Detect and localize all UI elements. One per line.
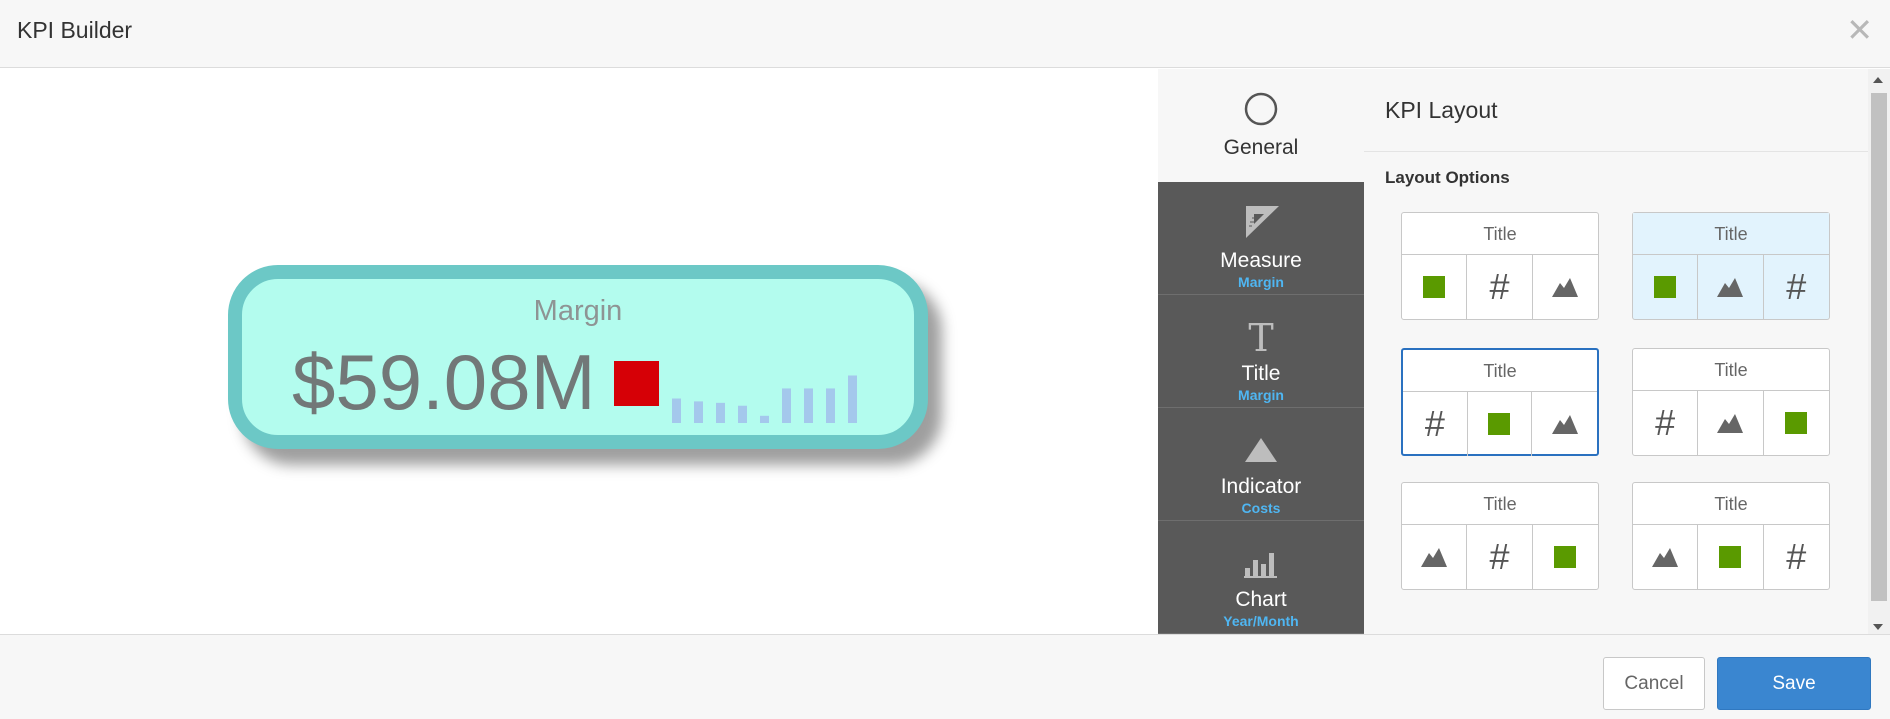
kpi-sparkline [672, 375, 857, 423]
section-label: Layout Options [1385, 168, 1510, 187]
close-icon[interactable]: ✕ [1846, 12, 1873, 48]
tab-sublabel: Margin [1238, 274, 1284, 290]
bar-chart-icon [1244, 553, 1277, 578]
indicator-square-icon [1423, 276, 1446, 298]
sparkline-bar [672, 398, 681, 423]
layout-cell-indicator [1533, 525, 1598, 589]
layout-option-5[interactable]: Title # [1401, 482, 1599, 590]
tab-sublabel: Margin [1238, 387, 1284, 403]
layout-cell-value: # [1764, 525, 1829, 589]
tab-sublabel: Costs [1241, 500, 1281, 516]
save-button[interactable]: Save [1717, 657, 1871, 710]
layout-option-4[interactable]: Title # [1632, 348, 1830, 456]
tab-general[interactable]: General [1158, 69, 1364, 182]
sparkline-bar [804, 388, 813, 423]
tab-label: Measure [1220, 249, 1302, 272]
layout-cell-chart [1633, 525, 1699, 589]
layout-option-title: Title [1633, 213, 1829, 255]
chart-mountain-icon [1421, 548, 1448, 567]
tab-label: Indicator [1220, 475, 1302, 498]
layout-option-3[interactable]: Title # [1401, 348, 1599, 456]
layout-cell-indicator [1402, 255, 1468, 319]
layout-cell-chart [1698, 391, 1764, 455]
chart-mountain-icon [1551, 415, 1578, 434]
layout-cell-indicator [1764, 391, 1829, 455]
kpi-value: $59.08M [292, 338, 596, 426]
kpi-title: Margin [533, 295, 623, 327]
sparkline-bar [782, 388, 791, 423]
dialog-footer: Cancel Save [0, 634, 1890, 719]
indicator-square-icon [1654, 276, 1677, 298]
layout-cell-value: # [1403, 392, 1468, 456]
value-hash-icon: # [1655, 402, 1676, 443]
chart-mountain-icon [1717, 414, 1744, 433]
kpi-indicator [614, 361, 659, 406]
layout-option-6[interactable]: Title # [1632, 482, 1830, 590]
layout-cell-chart [1532, 392, 1597, 456]
tab-measure[interactable]: Measure Margin [1158, 182, 1364, 295]
layout-panel: KPI Layout Layout Options Title # Title … [1364, 69, 1868, 634]
value-hash-icon: # [1424, 403, 1445, 444]
builder-tabs: General Measure Margin T Title Margin In… [1158, 69, 1364, 634]
value-hash-icon: # [1786, 266, 1807, 307]
value-hash-icon: # [1489, 536, 1510, 577]
kpi-preview-area: Margin $59.08M [0, 69, 1158, 634]
circle-icon [1244, 92, 1278, 126]
chart-mountain-icon [1652, 548, 1679, 567]
indicator-square-icon [1719, 546, 1742, 568]
indicator-square-icon [1785, 412, 1808, 434]
layout-cell-value: # [1467, 525, 1533, 589]
layout-option-title: Title [1633, 483, 1829, 525]
tab-indicator[interactable]: Indicator Costs [1158, 408, 1364, 521]
indicator-square-icon [1554, 546, 1577, 568]
layout-option-2[interactable]: Title # [1632, 212, 1830, 320]
panel-divider [1364, 151, 1868, 152]
layout-cell-chart [1698, 255, 1764, 319]
tab-sublabel: Year/Month [1223, 613, 1299, 629]
tab-title[interactable]: T Title Margin [1158, 295, 1364, 408]
layout-cell-value: # [1633, 391, 1699, 455]
svg-text:T: T [1248, 317, 1273, 353]
dialog-header: KPI Builder ✕ [0, 0, 1890, 68]
ruler-triangle-icon [1246, 206, 1279, 238]
sparkline-bar [848, 375, 857, 423]
sparkline-bar [760, 415, 769, 423]
tab-label: Title [1241, 362, 1281, 385]
sparkline-bar [694, 401, 703, 423]
value-hash-icon: # [1786, 536, 1807, 577]
chart-mountain-icon [1717, 278, 1744, 297]
value-hash-icon: # [1489, 266, 1510, 307]
tab-label: General [1223, 136, 1299, 159]
layout-option-1[interactable]: Title # [1401, 212, 1599, 320]
layout-cell-chart [1402, 525, 1468, 589]
sparkline-bar [826, 388, 835, 423]
dialog-title: KPI Builder [17, 17, 133, 43]
triangle-icon [1245, 438, 1277, 462]
title-t-icon: T [1248, 317, 1273, 353]
layout-option-title: Title [1633, 349, 1829, 391]
sparkline-bar [738, 405, 747, 423]
chart-mountain-icon [1552, 278, 1579, 297]
scroll-down-icon[interactable] [1873, 624, 1883, 630]
sparkline-bar [716, 402, 725, 423]
scroll-up-icon[interactable] [1873, 77, 1883, 83]
layout-cell-value: # [1467, 255, 1533, 319]
scroll-thumb[interactable] [1871, 93, 1887, 601]
layout-cell-indicator [1633, 255, 1699, 319]
tab-label: Chart [1235, 588, 1287, 611]
panel-title: KPI Layout [1385, 97, 1498, 123]
layout-cell-chart [1533, 255, 1598, 319]
indicator-square-icon [1488, 413, 1511, 435]
cancel-button[interactable]: Cancel [1603, 657, 1705, 710]
layout-option-title: Title [1403, 350, 1597, 392]
layout-cell-value: # [1764, 255, 1829, 319]
layout-cell-indicator [1698, 525, 1764, 589]
layout-option-title: Title [1402, 483, 1598, 525]
kpi-card: Margin $59.08M [228, 265, 928, 449]
layout-cell-indicator [1468, 392, 1533, 456]
layout-option-title: Title [1402, 213, 1598, 255]
tab-chart[interactable]: Chart Year/Month [1158, 521, 1364, 634]
panel-scrollbar[interactable] [1868, 69, 1890, 634]
